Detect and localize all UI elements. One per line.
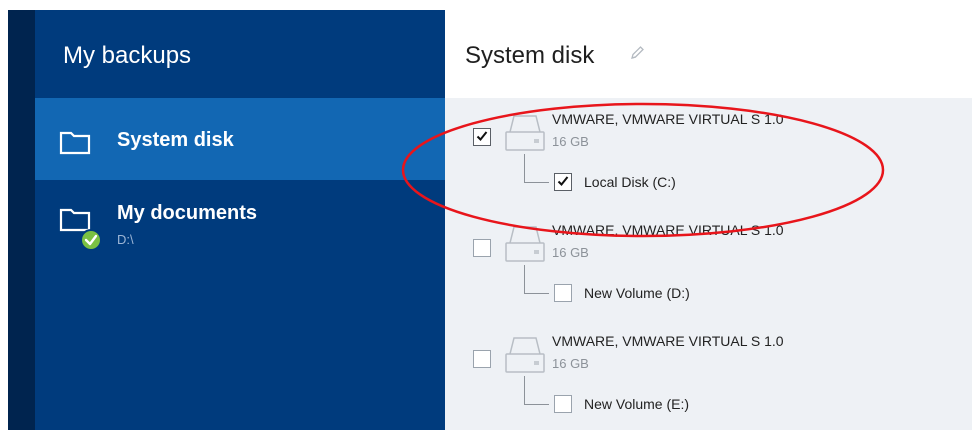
disk-name: VMWARE, VMWARE VIRTUAL S 1.0 [552,333,784,349]
disk-row: VMWARE, VMWARE VIRTUAL S 1.0 16 GB New V… [445,330,972,436]
pencil-icon[interactable] [629,45,645,61]
sidebar-item-system-disk[interactable]: System disk [35,98,445,180]
folder-icon [59,131,91,155]
sidebar-item-label: My documents [117,202,258,224]
disk-size: 16 GB [552,356,589,371]
partition-name: New Volume (E:) [584,396,690,412]
disk-checkbox[interactable] [473,350,491,368]
partition-name: New Volume (D:) [584,285,690,301]
disk-size: 16 GB [552,245,589,260]
page-title: System disk [465,42,595,69]
annotation-ellipse [401,102,885,238]
sidebar: My backups System disk My documents D:\ [35,10,445,430]
folder-check-icon [59,208,102,251]
sidebar-item-path: D:\ [117,232,134,247]
disk-checkbox[interactable] [473,239,491,257]
hard-drive-icon [505,337,545,373]
tree-connector [524,265,549,294]
partition-checkbox[interactable] [554,395,572,413]
partition-checkbox[interactable] [554,284,572,302]
tree-connector [524,376,549,405]
sidebar-title: My backups [63,42,192,69]
sidebar-item-label: System disk [117,129,234,151]
sidebar-item-my-documents[interactable]: My documents D:\ [35,180,445,280]
left-rail [8,10,35,430]
top-border [0,0,972,10]
main-header: System disk [445,10,972,98]
